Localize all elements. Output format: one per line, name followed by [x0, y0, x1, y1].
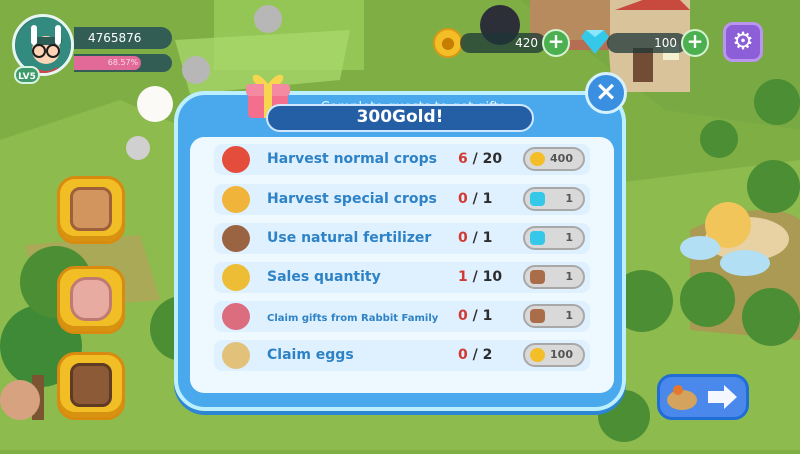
coin-balance: 420: [460, 33, 546, 53]
add-coins-button[interactable]: +: [542, 29, 570, 57]
blossom-tree-icon: [0, 380, 40, 420]
tomato-icon: [222, 146, 250, 173]
special-crops-icon: [222, 186, 250, 213]
quest-progress-separator: /: [467, 151, 483, 167]
settings-button[interactable]: ⚙: [723, 22, 763, 62]
quest-reward-button[interactable]: 1: [523, 226, 585, 250]
tree-icon: [680, 272, 735, 327]
eggs-icon: [222, 342, 250, 369]
quest-row: Harvest special crops 0 / 11: [214, 184, 590, 215]
quest-progress-total: 20: [482, 151, 503, 167]
quest-label: Claim gifts from Rabbit Family: [267, 313, 439, 324]
add-gems-button[interactable]: +: [681, 29, 709, 57]
backpack-button[interactable]: [57, 266, 125, 334]
quest-progress-total: 2: [482, 347, 493, 363]
close-button[interactable]: ×: [585, 72, 627, 114]
gold-coin-icon: ●: [433, 28, 463, 58]
market-button[interactable]: [57, 352, 125, 420]
quest-reward-value: 1: [565, 231, 573, 244]
quest-label: Harvest special crops: [267, 191, 437, 207]
quest-row: Use natural fertilizer 0 / 11: [214, 223, 590, 254]
arrow-right-icon: [667, 385, 737, 410]
gold-coin-icon: [530, 152, 545, 166]
quest-row: Claim gifts from Rabbit Family 0 / 11: [214, 301, 590, 332]
quest-progress-current: 0: [458, 308, 468, 324]
quest-list-icon: [70, 187, 112, 231]
quest-progress-separator: /: [467, 191, 483, 207]
quest-reward-button[interactable]: 1: [523, 265, 585, 289]
tree-icon: [754, 79, 800, 125]
level-badge: LV5: [14, 66, 40, 84]
quest-progress: 0 / 1: [458, 189, 518, 209]
quest-progress-total: 1: [482, 191, 493, 207]
rabbit-family-icon: [222, 303, 250, 330]
quest-progress: 6 / 20: [458, 149, 518, 169]
quest-progress-current: 6: [458, 151, 468, 167]
fertilizer-icon: [530, 270, 545, 284]
fertilizer-icon: [530, 309, 545, 323]
quest-progress-current: 0: [458, 347, 468, 363]
quest-progress-separator: /: [467, 230, 483, 246]
quest-reward-button[interactable]: 400: [523, 147, 585, 171]
market-stall-icon: [70, 363, 112, 407]
diamond-icon: [530, 192, 545, 206]
sales-icon: [222, 264, 250, 291]
quest-progress-current: 1: [458, 269, 468, 285]
experience-percent: 68.57%: [107, 58, 139, 67]
quest-progress: 0 / 1: [458, 306, 518, 326]
quest-progress: 0 / 2: [458, 345, 518, 365]
tree-icon: [747, 160, 800, 213]
quest-label: Use natural fertilizer: [267, 230, 432, 246]
quest-progress-separator: /: [467, 308, 483, 324]
diamond-icon: [581, 30, 609, 54]
experience-bar: 68.57%: [74, 54, 172, 72]
gem-balance: 100: [607, 33, 687, 53]
quest-row: Sales quantity 1 / 10 1: [214, 262, 590, 293]
next-farm-button[interactable]: [657, 374, 749, 420]
quest-list-button[interactable]: [57, 176, 125, 244]
quest-reward-button[interactable]: 1: [523, 187, 585, 211]
quest-progress-total: 10: [482, 269, 503, 285]
dialog-title: 300Gold!: [266, 104, 534, 132]
quest-reward-value: 100: [550, 348, 573, 361]
quest-reward-button[interactable]: 100: [523, 343, 585, 367]
diamond-icon: [530, 231, 545, 245]
gold-coin-icon: [530, 348, 545, 362]
fertilizer-icon: [222, 225, 250, 252]
quest-row: Claim eggs 0 / 2 100: [214, 340, 590, 371]
backpack-icon: [70, 277, 112, 321]
tree-icon: [742, 288, 800, 346]
quest-progress: 1 / 10: [458, 267, 518, 287]
quest-progress-separator: /: [467, 269, 483, 285]
quest-reward-value: 400: [550, 152, 573, 165]
quest-reward-value: 1: [565, 309, 573, 322]
quest-progress-current: 0: [458, 191, 468, 207]
quest-progress-total: 1: [482, 230, 493, 246]
tree-icon: [700, 120, 738, 158]
quest-reward-value: 1: [565, 192, 573, 205]
quest-label: Claim eggs: [267, 347, 354, 363]
gold-total-display: 4765876: [74, 27, 172, 49]
quest-progress-separator: /: [467, 347, 483, 363]
quest-row: Harvest normal crops 6 / 20 400: [214, 144, 590, 175]
quest-progress-total: 1: [482, 308, 493, 324]
quest-label: Harvest normal crops: [267, 151, 437, 167]
quest-label: Sales quantity: [267, 269, 381, 285]
quest-reward-value: 1: [565, 270, 573, 283]
quest-progress: 0 / 1: [458, 228, 518, 248]
quest-progress-current: 0: [458, 230, 468, 246]
quest-reward-button[interactable]: 1: [523, 304, 585, 328]
